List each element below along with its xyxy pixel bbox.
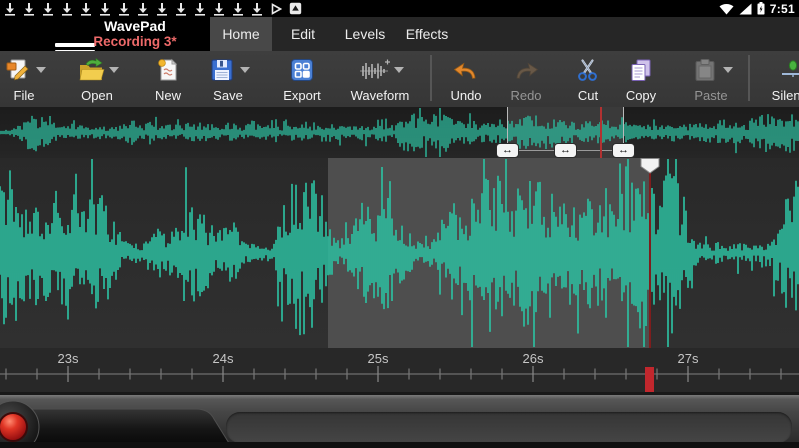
download-icon bbox=[175, 2, 187, 16]
download-icon bbox=[23, 2, 35, 16]
export-icon bbox=[287, 57, 317, 87]
dropdown-arrow-icon[interactable] bbox=[36, 67, 46, 73]
undo-icon bbox=[451, 57, 481, 87]
cut-icon bbox=[573, 57, 603, 87]
battery-charging-icon bbox=[757, 2, 765, 15]
waveform-icon bbox=[357, 57, 391, 87]
transport-bar: 0:00:26.80 bbox=[0, 395, 799, 448]
download-icon bbox=[137, 2, 149, 16]
silence-icon bbox=[778, 57, 799, 87]
status-icons: 7:51 bbox=[719, 0, 795, 17]
toolbar-separator bbox=[748, 55, 750, 101]
save-button[interactable]: Save bbox=[192, 55, 264, 105]
cellular-icon bbox=[739, 3, 752, 15]
download-icon bbox=[156, 2, 168, 16]
download-icon bbox=[42, 2, 54, 16]
toolbar-label: Export bbox=[266, 88, 338, 103]
selection-right-handle[interactable]: ↔ bbox=[612, 143, 635, 158]
toolbar-label: File bbox=[0, 88, 60, 103]
open-icon bbox=[76, 57, 106, 87]
ruler-label: 25s bbox=[368, 351, 389, 366]
overlay-icon bbox=[289, 2, 302, 15]
toolbar-label: Waveform bbox=[344, 88, 416, 103]
bar-bottom-strip bbox=[0, 442, 799, 448]
ruler-playhead[interactable] bbox=[645, 367, 654, 395]
main-waveform-plot bbox=[0, 158, 799, 348]
download-icon bbox=[61, 2, 73, 16]
status-bar: 7:51 bbox=[0, 0, 799, 17]
paste-icon bbox=[690, 57, 720, 87]
playhead-marker[interactable] bbox=[640, 158, 660, 174]
record-button[interactable] bbox=[0, 395, 60, 448]
export-button[interactable]: Export bbox=[266, 55, 338, 105]
time-track bbox=[226, 412, 792, 443]
ribbon-toolbar: FileOpenNewSaveExportWaveformUndoRedoCut… bbox=[0, 51, 799, 107]
toolbar-label: Silence bbox=[757, 88, 799, 103]
file-icon bbox=[3, 57, 33, 87]
paste-button[interactable]: Paste bbox=[675, 55, 747, 105]
ruler-label: 23s bbox=[58, 351, 79, 366]
redo-icon bbox=[511, 57, 541, 87]
status-clock: 7:51 bbox=[770, 2, 795, 16]
dropdown-arrow-icon[interactable] bbox=[723, 67, 733, 73]
download-icon bbox=[99, 2, 111, 16]
time-ruler[interactable]: 23s 24s 25s 26s 27s bbox=[0, 348, 799, 395]
title-block: WavePad Recording 3* bbox=[60, 17, 210, 51]
overview-waveform[interactable]: ↔ ↔ ↔ bbox=[0, 107, 799, 158]
toolbar-label: Open bbox=[61, 88, 133, 103]
download-icon bbox=[118, 2, 130, 16]
playhead-line bbox=[649, 158, 651, 348]
toolbar-label: Copy bbox=[605, 88, 677, 103]
ruler-label: 24s bbox=[213, 351, 234, 366]
dropdown-arrow-icon[interactable] bbox=[394, 67, 404, 73]
tab-levels[interactable]: Levels bbox=[334, 17, 396, 51]
selection-move-handle[interactable]: ↔ bbox=[554, 143, 577, 158]
tab-edit[interactable]: Edit bbox=[272, 17, 334, 51]
silence-button[interactable]: Silence bbox=[757, 55, 799, 105]
selection-left-handle[interactable]: ↔ bbox=[496, 143, 519, 158]
dropdown-arrow-icon[interactable] bbox=[109, 67, 119, 73]
open-button[interactable]: Open bbox=[61, 55, 133, 105]
save-icon bbox=[207, 57, 237, 87]
file-button[interactable]: File bbox=[0, 55, 60, 105]
overview-waveform-plot bbox=[0, 107, 799, 158]
copy-button[interactable]: Copy bbox=[605, 55, 677, 105]
main-waveform[interactable] bbox=[0, 158, 799, 348]
copy-icon bbox=[626, 57, 656, 87]
download-icon bbox=[80, 2, 92, 16]
tab-home[interactable]: Home bbox=[210, 17, 272, 51]
download-icon bbox=[213, 2, 225, 16]
overview-playhead bbox=[600, 107, 602, 158]
tab-effects[interactable]: Effects bbox=[396, 17, 458, 51]
app-title: WavePad bbox=[60, 18, 210, 34]
toolbar-label: Paste bbox=[675, 88, 747, 103]
download-icon bbox=[194, 2, 206, 16]
download-icon bbox=[232, 2, 244, 16]
notification-icons bbox=[4, 0, 302, 17]
new-icon bbox=[153, 57, 183, 87]
wifi-icon bbox=[719, 3, 734, 15]
download-icon bbox=[4, 2, 16, 16]
download-icon bbox=[251, 2, 263, 16]
wavepad-app: 7:51 WavePad Recording 3* HomeEditLevels… bbox=[0, 0, 799, 448]
cast-icon bbox=[270, 2, 282, 16]
app-header: WavePad Recording 3* HomeEditLevelsEffec… bbox=[0, 17, 799, 51]
document-title: Recording 3* bbox=[60, 34, 210, 49]
ruler-label: 27s bbox=[678, 351, 699, 366]
ruler-label: 26s bbox=[523, 351, 544, 366]
toolbar-label: Save bbox=[192, 88, 264, 103]
waveform-button[interactable]: Waveform bbox=[344, 55, 416, 105]
tab-strip: HomeEditLevelsEffects bbox=[210, 17, 799, 51]
dropdown-arrow-icon[interactable] bbox=[240, 67, 250, 73]
